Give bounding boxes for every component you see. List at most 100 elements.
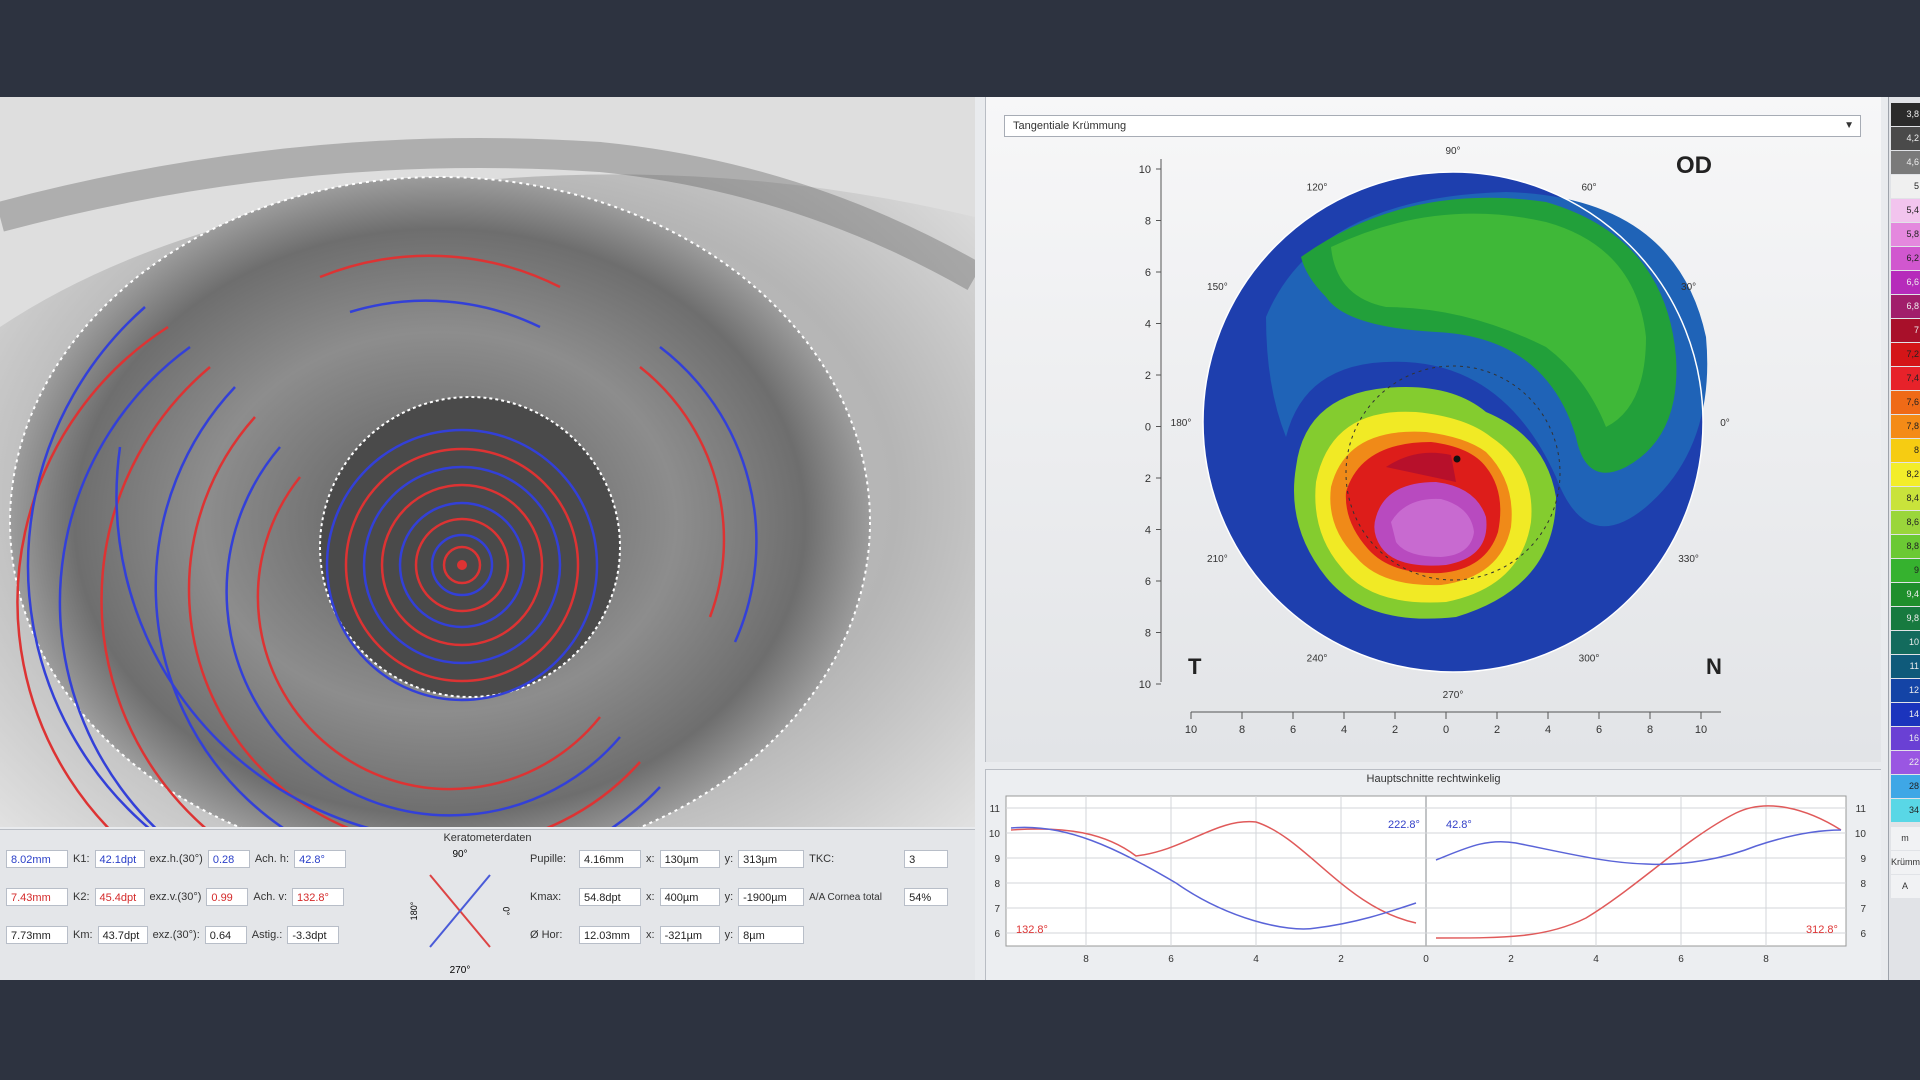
x-tick-label: 8: [1647, 724, 1653, 736]
x-tick-label: 8: [1239, 724, 1245, 736]
principal-meridians-panel: Hauptschnitte rechtwinkelig 11 11 10 10 9 9 8 8…: [985, 769, 1881, 980]
scale-swatch: 8,2: [1891, 463, 1920, 486]
exz-value-field[interactable]: 0.99: [206, 888, 249, 906]
y-tick-label: 2: [1145, 473, 1151, 485]
y-value-field[interactable]: -1900µm: [738, 888, 805, 906]
kmax-value-field[interactable]: 54.8dpt: [579, 888, 641, 906]
scale-swatch: 4,6: [1891, 151, 1920, 174]
y-tick-label: 2: [1145, 370, 1151, 382]
y-tick-label: 9: [994, 854, 1000, 865]
ach-value-field[interactable]: 42.8°: [294, 850, 347, 868]
aa-cornea-value-field[interactable]: 54%: [904, 888, 949, 906]
pupil-value-field[interactable]: 4.16mm: [579, 850, 641, 868]
radius-field[interactable]: 7.73mm: [6, 926, 68, 944]
ach-value-field[interactable]: 132.8°: [292, 888, 345, 906]
exz-value-field[interactable]: 0.28: [207, 850, 250, 868]
y-tick-label: 11: [1856, 804, 1867, 815]
k-value-field[interactable]: 45.4dpt: [94, 888, 145, 906]
y-value-field[interactable]: 8µm: [738, 926, 805, 944]
radius-field[interactable]: 8.02mm: [6, 850, 68, 868]
x-value-field[interactable]: 130µm: [659, 850, 720, 868]
x-value-field[interactable]: 400µm: [659, 888, 720, 906]
temporal-label: T: [1188, 654, 1202, 679]
scale-swatch: 7,6: [1891, 391, 1920, 414]
scale-footer-button[interactable]: A: [1891, 875, 1920, 898]
x-tick-label: 10: [1185, 724, 1197, 736]
chevron-down-icon[interactable]: ▼: [1844, 116, 1854, 136]
angle-label: 0°: [1720, 418, 1730, 429]
y-tick-label: 11: [990, 804, 1001, 815]
k-value-field[interactable]: 43.7dpt: [97, 926, 148, 944]
exz-value-field[interactable]: 0.64: [204, 926, 247, 944]
scale-footer-button[interactable]: Krümm: [1891, 851, 1920, 874]
right-blue-angle: 42.8°: [1446, 819, 1472, 831]
ach-value-field[interactable]: -3.3dpt: [287, 926, 340, 944]
x-tick-label: 4: [1593, 954, 1599, 965]
k-label: K2:: [73, 891, 90, 903]
y-value-field[interactable]: 313µm: [738, 850, 805, 868]
app-window: Keratometerdaten 8.02mm K1: 42.1dpt exz.…: [0, 97, 1920, 980]
ach-label: Astig.:: [251, 929, 283, 941]
y-tick-label: 10: [1139, 164, 1151, 176]
angle-label: 150°: [1207, 282, 1228, 293]
x-tick-label: 6: [1678, 954, 1684, 965]
scale-swatch: 11: [1891, 655, 1920, 678]
y-label: y:: [724, 929, 734, 941]
k-value-field[interactable]: 42.1dpt: [94, 850, 145, 868]
curvature-map: 10 10 8 8 6 6 4 4 2 2 0 0 2 2 4 4 6 6 8 8 10 10 90° 60° 30° 0° 33…: [1139, 146, 1730, 736]
x-tick-label: 4: [1341, 724, 1347, 736]
topography-panel: Tangentiale Krümmung ▼ OD 10 10 8 8 6 6 4 4 2 2 0 0…: [985, 97, 1881, 762]
scale-footer-button[interactable]: m: [1891, 827, 1920, 850]
aa-cornea-label: A/A Cornea total: [809, 891, 882, 903]
left-blue-angle: 222.8°: [1388, 819, 1420, 831]
x-value-field[interactable]: -321µm: [659, 926, 720, 944]
scale-swatch: 9,8: [1891, 607, 1920, 630]
scale-swatch: 12: [1891, 679, 1920, 702]
cross-left-label: 180°: [409, 901, 419, 920]
k-label: K1:: [73, 853, 90, 865]
radius-field[interactable]: 7.43mm: [6, 888, 68, 906]
color-scale: 3,8 4,2 4,6 5 5,4 5,8 6,2 6,6 6,8 7 7,2 7,4 7,6 7,8 8 8…: [1888, 97, 1920, 980]
diameter-value-field[interactable]: 12.03mm: [579, 926, 641, 944]
x-tick-label: 2: [1338, 954, 1344, 965]
y-tick-label: 6: [1860, 929, 1866, 940]
angle-label: 330°: [1678, 554, 1699, 565]
eye-image-panel: [0, 97, 975, 827]
y-tick-label: 6: [1145, 267, 1151, 279]
scale-swatch: 16: [1891, 727, 1920, 750]
scale-swatch: 4,2: [1891, 127, 1920, 150]
profiles-title: Hauptschnitte rechtwinkelig: [1366, 773, 1501, 785]
scale-swatch: 28: [1891, 775, 1920, 798]
tkc-value-field[interactable]: 3: [904, 850, 949, 868]
x-tick-label: 0: [1443, 724, 1449, 736]
x-label: x:: [646, 891, 655, 903]
y-tick-label: 8: [1860, 879, 1866, 890]
angle-label: 30°: [1681, 282, 1696, 293]
cross-right-label: 0°: [501, 907, 511, 916]
angle-label: 180°: [1171, 418, 1192, 429]
map-type-value: Tangentiale Krümmung: [1013, 120, 1127, 132]
angle-label: 210°: [1207, 554, 1228, 565]
x-label: x:: [646, 929, 655, 941]
kmax-row: Kmax: 54.8dpt x: 400µm y: -1900µm A/A Co…: [525, 886, 949, 908]
exz-label: exz.v.(30°): [149, 891, 202, 903]
diameter-label: Ø Hor:: [530, 929, 563, 941]
y-tick-label: 0: [1145, 422, 1151, 434]
y-tick-label: 9: [1860, 854, 1866, 865]
y-tick-label: 10: [1855, 829, 1867, 840]
kmax-label: Kmax:: [530, 891, 562, 903]
x-tick-label: 6: [1290, 724, 1296, 736]
map-type-dropdown[interactable]: Tangentiale Krümmung ▼: [1004, 115, 1861, 137]
nasal-label: N: [1706, 654, 1722, 679]
y-tick-label: 8: [994, 879, 1000, 890]
x-tick-label: 6: [1168, 954, 1174, 965]
exz-label: exz.h.(30°): [149, 853, 203, 865]
right-red-angle: 312.8°: [1806, 924, 1838, 936]
eye-image: [0, 97, 975, 827]
scale-swatch: 3,8: [1891, 103, 1920, 126]
angle-label: 60°: [1581, 182, 1596, 193]
x-tick-label: 0: [1423, 954, 1429, 965]
angle-label: 300°: [1579, 654, 1600, 665]
pupil-row: Pupille: 4.16mm x: 130µm y: 313µm TKC: 3: [525, 848, 949, 870]
x-tick-label: 2: [1508, 954, 1514, 965]
